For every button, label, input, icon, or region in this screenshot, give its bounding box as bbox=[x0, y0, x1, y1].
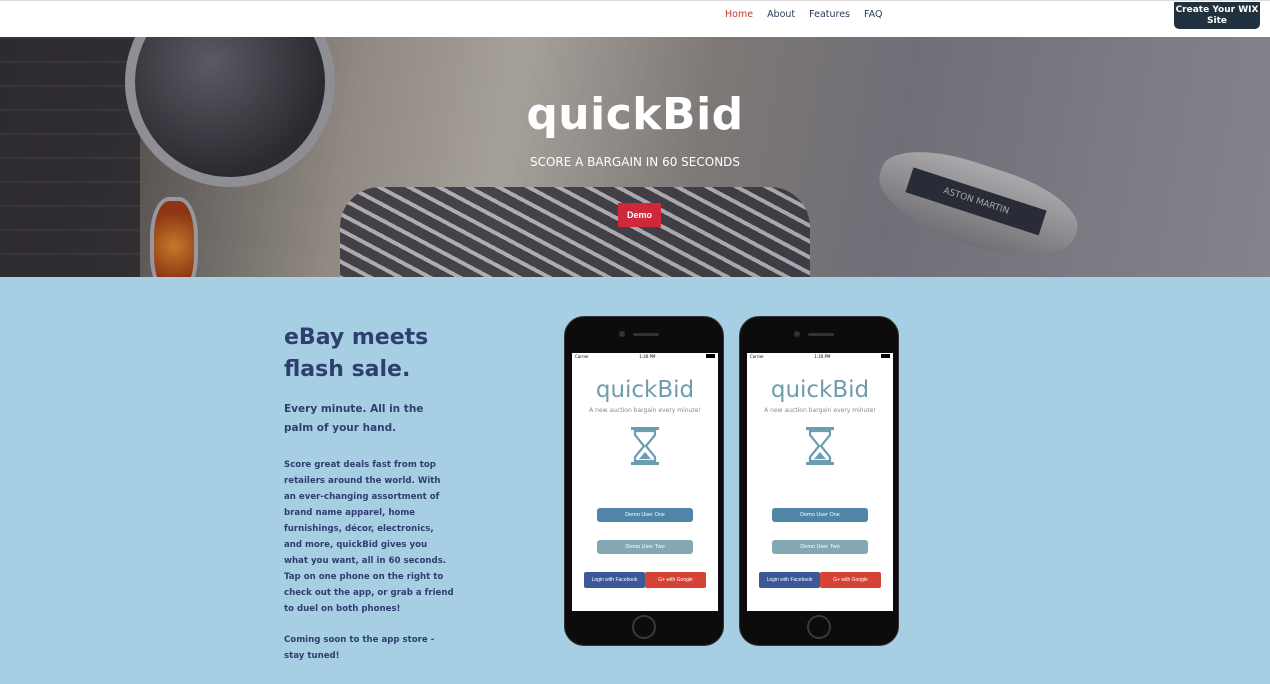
status-bar: Carrier 1:30 PM bbox=[747, 353, 893, 360]
nav-item-about[interactable]: About bbox=[767, 9, 795, 20]
phone-home-button[interactable] bbox=[807, 615, 831, 639]
coming-soon-text: Coming soon to the app store - stay tune… bbox=[284, 635, 435, 661]
nav-item-faq[interactable]: FAQ bbox=[864, 9, 882, 20]
section-lead: Every minute. All in the palm of your ha… bbox=[284, 403, 424, 434]
battery-icon bbox=[706, 354, 715, 358]
phone-mockup-left[interactable]: Carrier 1:30 PM quickBid A new auction b… bbox=[564, 316, 724, 646]
app-subtitle: A new auction bargain every minute! bbox=[764, 407, 876, 414]
demo-user-one-button[interactable]: Demo User One bbox=[772, 508, 868, 522]
hourglass-icon bbox=[806, 427, 834, 465]
section-body: Score great deals fast from top retailer… bbox=[284, 460, 454, 614]
nav-item-home[interactable]: Home bbox=[725, 9, 753, 20]
status-time: 1:30 PM bbox=[639, 354, 656, 359]
demo-user-two-button[interactable]: Demo User Two bbox=[772, 540, 868, 554]
social-login-row: Login with Facebook G+ with Google bbox=[747, 572, 893, 588]
google-login-button[interactable]: G+ with Google bbox=[645, 572, 706, 588]
hero-subtitle: SCORE A BARGAIN IN 60 SECONDS bbox=[529, 155, 741, 169]
nav-item-features[interactable]: Features bbox=[809, 9, 850, 20]
main-nav: Home About Features FAQ bbox=[725, 9, 896, 20]
hero-title: quickBid bbox=[526, 89, 744, 140]
app-subtitle: A new auction bargain every minute! bbox=[589, 407, 701, 414]
status-carrier: Carrier bbox=[575, 354, 589, 359]
phone-camera bbox=[794, 331, 800, 337]
google-login-button[interactable]: G+ with Google bbox=[820, 572, 881, 588]
phone-screen: Carrier 1:30 PM quickBid A new auction b… bbox=[747, 353, 893, 611]
facebook-login-button[interactable]: Login with Facebook bbox=[584, 572, 645, 588]
demo-user-one-button[interactable]: Demo User One bbox=[597, 508, 693, 522]
hero-banner: ASTON MARTIN quickBid SCORE A BARGAIN IN… bbox=[0, 37, 1270, 277]
section-headline: eBay meets flash sale. bbox=[284, 325, 429, 382]
phone-speaker bbox=[808, 333, 834, 336]
status-bar: Carrier 1:30 PM bbox=[572, 353, 718, 360]
phone-camera bbox=[619, 331, 625, 337]
battery-icon bbox=[881, 354, 890, 358]
facebook-login-button[interactable]: Login with Facebook bbox=[759, 572, 820, 588]
social-login-row: Login with Facebook G+ with Google bbox=[572, 572, 718, 588]
app-title: quickBid bbox=[770, 377, 870, 403]
phone-home-button[interactable] bbox=[632, 615, 656, 639]
create-wix-site-badge[interactable]: Create Your WIX Site bbox=[1174, 2, 1260, 29]
top-nav-bar: Home About Features FAQ Create Your WIX … bbox=[0, 0, 1270, 37]
hourglass-icon bbox=[631, 427, 659, 465]
demo-user-two-button[interactable]: Demo User Two bbox=[597, 540, 693, 554]
demo-button[interactable]: Demo bbox=[618, 203, 661, 227]
phone-speaker bbox=[633, 333, 659, 336]
intro-copy: eBay meets flash sale. Every minute. All… bbox=[284, 322, 454, 664]
status-carrier: Carrier bbox=[750, 354, 764, 359]
app-title: quickBid bbox=[595, 377, 695, 403]
phone-screen: Carrier 1:30 PM quickBid A new auction b… bbox=[572, 353, 718, 611]
status-time: 1:30 PM bbox=[814, 354, 831, 359]
phone-mockup-right[interactable]: Carrier 1:30 PM quickBid A new auction b… bbox=[739, 316, 899, 646]
